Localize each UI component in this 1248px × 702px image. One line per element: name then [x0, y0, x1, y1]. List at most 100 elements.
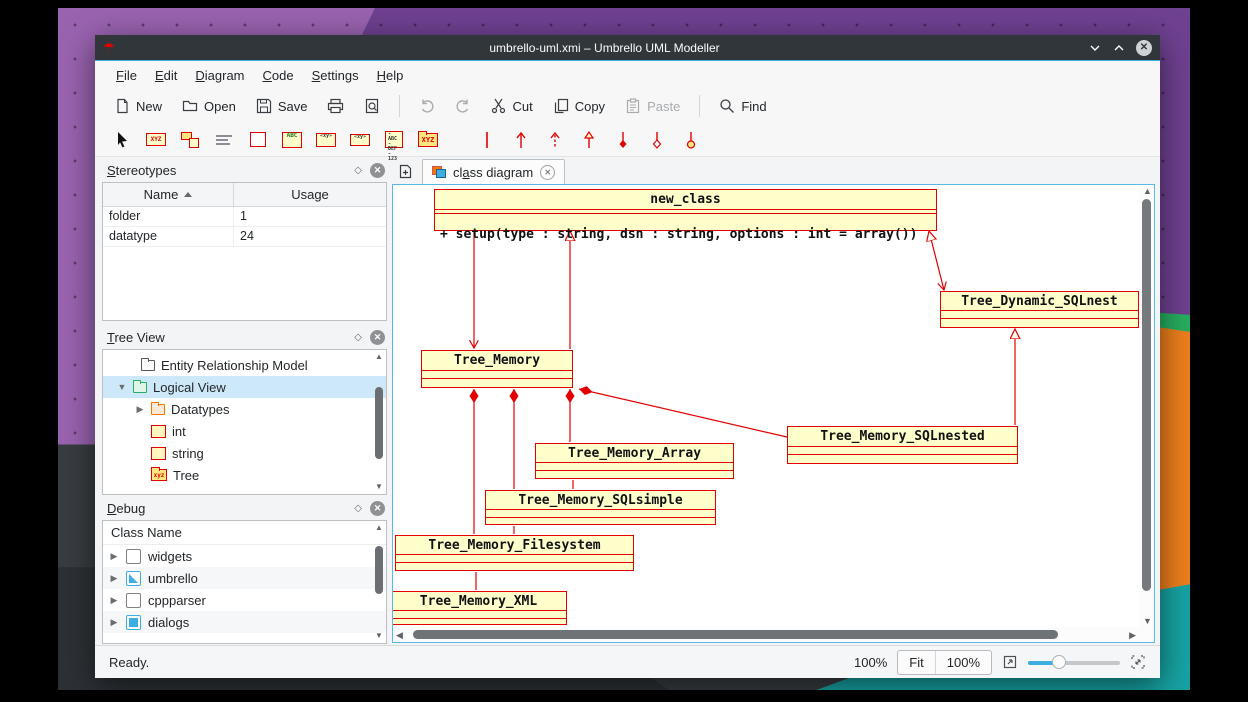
float-panel-icon[interactable]: ◇ — [354, 332, 362, 343]
association-tool[interactable] — [474, 128, 500, 152]
scrollbar-thumb[interactable] — [1142, 199, 1151, 591]
fullscreen-icon[interactable] — [1130, 654, 1146, 670]
chevron-down-icon[interactable]: ▼ — [117, 382, 127, 392]
checkbox-checked[interactable] — [126, 615, 141, 630]
chevron-right-icon[interactable]: ▶ — [109, 617, 119, 628]
tree-item-logical-view[interactable]: ▼ Logical View — [103, 376, 386, 398]
text-tool[interactable] — [211, 128, 237, 152]
datatype-tool[interactable]: «xy» — [347, 128, 373, 152]
debug-item-widgets[interactable]: ▶ widgets — [103, 545, 386, 567]
tab-class-diagram[interactable]: class diagram ✕ — [422, 159, 565, 184]
package-tool[interactable]: XYZ — [415, 128, 441, 152]
menu-file[interactable]: File — [107, 64, 146, 87]
menu-diagram[interactable]: Diagram — [186, 64, 253, 87]
chevron-right-icon[interactable]: ▶ — [109, 551, 119, 562]
scroll-left-icon[interactable]: ◀ — [396, 630, 403, 641]
canvas-horizontal-scrollbar[interactable]: ◀ ▶ — [393, 627, 1139, 642]
print-button[interactable] — [318, 94, 353, 118]
undo-button[interactable] — [410, 94, 444, 118]
redo-button[interactable] — [446, 94, 480, 118]
containment-tool[interactable] — [678, 128, 704, 152]
tree-item-entity-relationship-model[interactable]: Entity Relationship Model — [103, 354, 386, 376]
aggregation-tool[interactable] — [644, 128, 670, 152]
uml-class-Tree_Memory_Filesystem[interactable]: Tree_Memory_Filesystem — [395, 535, 634, 571]
generalization-tool[interactable] — [576, 128, 602, 152]
debug-scrollbar[interactable]: ▲ ▼ — [373, 522, 385, 642]
uml-class-Tree_Dynamic_SQLnest[interactable]: Tree_Dynamic_SQLnest — [940, 291, 1139, 328]
new-tab-button[interactable] — [392, 159, 418, 183]
debug-item-dialogs[interactable]: ▶ dialogs — [103, 611, 386, 633]
table-row[interactable]: folder 1 — [103, 207, 386, 227]
print-preview-button[interactable] — [355, 94, 389, 118]
box-tool[interactable] — [245, 128, 271, 152]
scroll-right-icon[interactable]: ▶ — [1129, 630, 1136, 641]
diagram-canvas[interactable]: new_class+ setup(type : string, dsn : st… — [393, 185, 1139, 627]
paste-button[interactable]: Paste — [616, 94, 689, 118]
uml-class-Tree_Memory_SQLnested[interactable]: Tree_Memory_SQLnested — [787, 426, 1018, 464]
menu-help[interactable]: Help — [368, 64, 413, 87]
zoom-slider[interactable] — [1028, 654, 1120, 670]
open-button[interactable]: Open — [173, 94, 245, 118]
uml-class-new_class[interactable]: new_class+ setup(type : string, dsn : st… — [434, 189, 937, 231]
menu-code[interactable]: Code — [254, 64, 303, 87]
scroll-down-icon[interactable]: ▼ — [375, 632, 383, 640]
debug-item-umbrello[interactable]: ▶ umbrello — [103, 567, 386, 589]
tree-item-int[interactable]: int — [103, 420, 386, 442]
class-tool[interactable]: ABC — [279, 128, 305, 152]
scrollbar-thumb[interactable] — [375, 387, 383, 459]
uml-class-Tree_Memory_SQLsimple[interactable]: Tree_Memory_SQLsimple — [485, 490, 716, 525]
debug-column-header[interactable]: Class Name — [103, 521, 386, 545]
cut-button[interactable]: Cut — [482, 94, 541, 118]
enum-tool[interactable]: - ABC- DEF- 123 — [381, 128, 407, 152]
chevron-right-icon[interactable]: ▶ — [109, 595, 119, 606]
find-button[interactable]: Find — [710, 94, 775, 118]
interface-tool[interactable]: «xy» — [313, 128, 339, 152]
save-button[interactable]: Save — [247, 94, 317, 118]
canvas-vertical-scrollbar[interactable]: ▲ ▼ — [1139, 185, 1154, 627]
checkbox-unchecked[interactable] — [126, 593, 141, 608]
scroll-up-icon[interactable]: ▲ — [375, 524, 383, 532]
tree-item-string[interactable]: string — [103, 442, 386, 464]
close-panel-icon[interactable]: ✕ — [370, 163, 385, 178]
composition-tool[interactable] — [610, 128, 636, 152]
window-titlebar[interactable]: ☂ umbrello-uml.xmi – Umbrello UML Modell… — [95, 35, 1160, 61]
uml-class-Tree_Memory[interactable]: Tree_Memory — [421, 350, 573, 388]
select-tool[interactable] — [109, 128, 135, 152]
slider-handle[interactable] — [1052, 655, 1066, 669]
fit-button[interactable]: Fit — [898, 651, 934, 674]
new-button[interactable]: New — [105, 94, 171, 118]
dependency-tool[interactable] — [542, 128, 568, 152]
stereotypes-panel-header[interactable]: Stereotypes ◇ ✕ — [100, 159, 389, 182]
maximize-button[interactable] — [1112, 41, 1126, 55]
component-tool[interactable] — [177, 128, 203, 152]
minimize-button[interactable] — [1088, 41, 1102, 55]
float-panel-icon[interactable]: ◇ — [354, 503, 362, 514]
table-row[interactable]: datatype 24 — [103, 227, 386, 247]
close-panel-icon[interactable]: ✕ — [370, 501, 385, 516]
scroll-up-icon[interactable]: ▲ — [375, 353, 383, 361]
scroll-up-icon[interactable]: ▲ — [1143, 186, 1152, 196]
uml-class-Tree_Memory_Array[interactable]: Tree_Memory_Array — [535, 443, 734, 479]
menu-edit[interactable]: Edit — [146, 64, 186, 87]
checkbox-unchecked[interactable] — [126, 549, 141, 564]
uni-association-tool[interactable] — [508, 128, 534, 152]
column-header-usage[interactable]: Usage — [234, 183, 386, 206]
chevron-right-icon[interactable]: ▶ — [135, 404, 145, 415]
column-header-name[interactable]: Name — [103, 183, 234, 206]
copy-button[interactable]: Copy — [544, 94, 614, 118]
scroll-down-icon[interactable]: ▼ — [1143, 616, 1152, 626]
menu-settings[interactable]: Settings — [303, 64, 368, 87]
tree-view-panel-header[interactable]: Tree View ◇ ✕ — [100, 326, 389, 349]
chevron-right-icon[interactable]: ▶ — [109, 573, 119, 584]
checkbox-partial[interactable] — [126, 571, 141, 586]
zoom-100-button[interactable]: 100% — [935, 651, 991, 674]
scroll-down-icon[interactable]: ▼ — [375, 483, 383, 491]
debug-panel-header[interactable]: Debug ◇ ✕ — [100, 497, 389, 520]
tree-item-tree[interactable]: xyz Tree — [103, 464, 386, 486]
debug-item-cppparser[interactable]: ▶ cppparser — [103, 589, 386, 611]
tree-view-scrollbar[interactable]: ▲ ▼ — [373, 351, 385, 493]
tree-item-datatypes[interactable]: ▶ Datatypes — [103, 398, 386, 420]
float-panel-icon[interactable]: ◇ — [354, 165, 362, 176]
uml-class-Tree_Memory_XML[interactable]: Tree_Memory_XML — [393, 591, 567, 625]
object-tool[interactable]: XYZ — [143, 128, 169, 152]
